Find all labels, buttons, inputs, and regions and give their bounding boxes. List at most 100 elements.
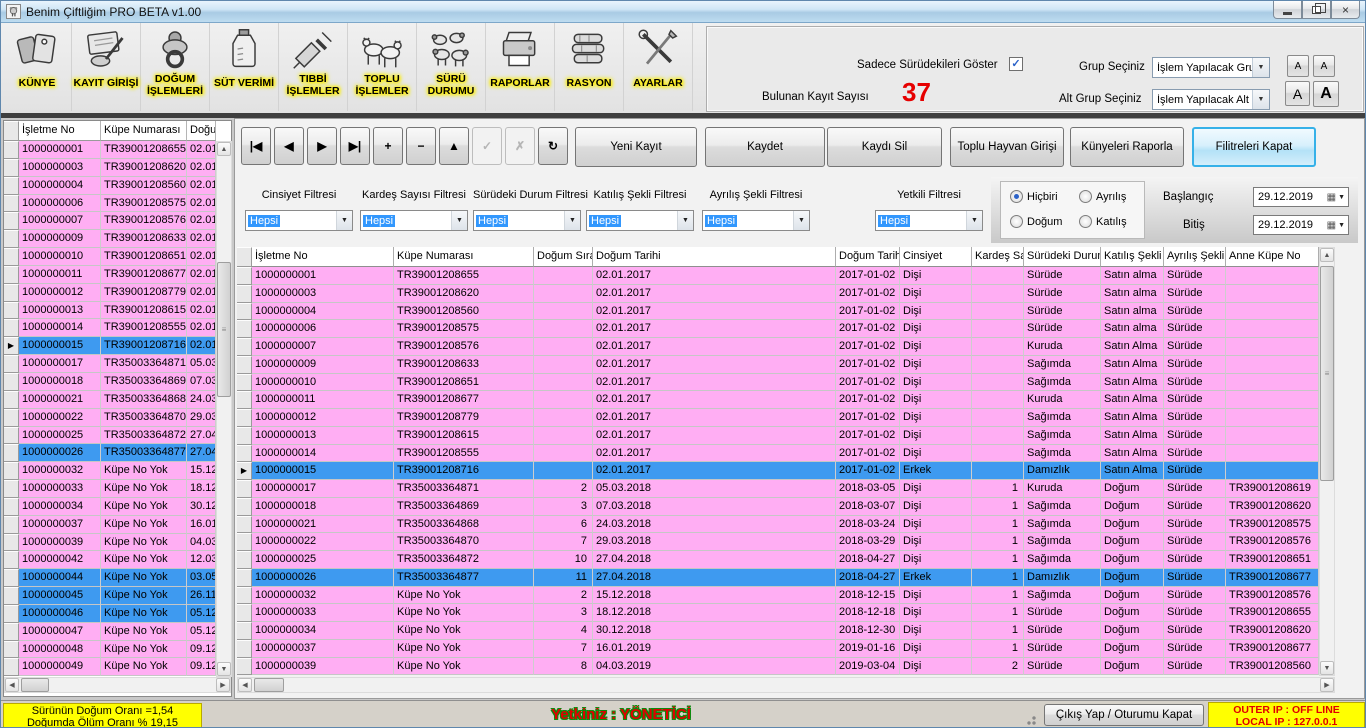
table-row[interactable]: 1000000003TR3900120862002.01.20172017-01…	[237, 285, 1319, 303]
table-row[interactable]: 1000000001TR3900120865502.01.20172017-01…	[237, 267, 1319, 285]
table-row[interactable]: 1000000010TR3900120865102.01.20172017-01…	[237, 374, 1319, 392]
sidebar-row[interactable]: 1000000003TR3900120862002.01.2	[4, 159, 217, 177]
font-size-xlarge-button[interactable]: A	[1313, 81, 1339, 107]
table-row[interactable]: 1000000004TR3900120856002.01.20172017-01…	[237, 303, 1319, 321]
date-start-picker[interactable]: 29.12.2019 ▦ ▼	[1253, 187, 1349, 207]
toolbar-item-2[interactable]: DOĞUM İŞLEMLERİ	[141, 23, 210, 111]
table-column-header[interactable]: Cinsiyet	[900, 247, 972, 267]
action-button-4[interactable]: Künyeleri Raporla	[1070, 127, 1184, 167]
scroll-left-icon[interactable]: ◀	[5, 678, 19, 692]
table-row[interactable]: 1000000033Küpe No Yok318.12.20182018-12-…	[237, 604, 1319, 622]
table-row[interactable]: 1000000011TR3900120867702.01.20172017-01…	[237, 391, 1319, 409]
nav-prior-button[interactable]: ◀	[274, 127, 304, 165]
radio-1[interactable]: Ayrılış	[1079, 190, 1126, 203]
sidebar-row[interactable]: 1000000018TR3500336486907.03.2	[4, 373, 217, 391]
font-size-small-button[interactable]: A	[1287, 55, 1309, 77]
sidebar-row[interactable]: 1000000047Küpe No Yok05.12.2	[4, 623, 217, 641]
sidebar-row[interactable]: 1000000014TR3900120855502.01.2	[4, 319, 217, 337]
scroll-up-icon[interactable]: ▲	[1320, 248, 1334, 262]
sidebar-row[interactable]: 1000000004TR3900120856002.01.2	[4, 177, 217, 195]
show-only-herd-checkbox[interactable]: ✓	[1009, 57, 1023, 71]
table-row[interactable]: 1000000022TR35003364870729.03.20182018-0…	[237, 533, 1319, 551]
sidebar-row[interactable]: 1000000006TR3900120857502.01.2	[4, 195, 217, 213]
action-button-3[interactable]: Toplu Hayvan Girişi	[950, 127, 1064, 167]
sidebar-hscroll-thumb[interactable]	[21, 678, 49, 692]
group-select-combo[interactable]: İşlem Yapılacak Grup Seçin ▼	[1152, 57, 1270, 78]
minimize-button[interactable]	[1273, 1, 1302, 19]
table-column-header[interactable]: Doğum Tarihi	[593, 247, 836, 267]
table-row[interactable]: 1000000017TR35003364871205.03.20182018-0…	[237, 480, 1319, 498]
table-row[interactable]: 1000000021TR35003364868624.03.20182018-0…	[237, 516, 1319, 534]
scroll-down-icon[interactable]: ▼	[1320, 661, 1334, 675]
table-row[interactable]: 1000000032Küpe No Yok215.12.20182018-12-…	[237, 587, 1319, 605]
scroll-left-icon[interactable]: ◀	[238, 678, 252, 692]
sidebar-row[interactable]: 1000000026TR3500336487727.04.2	[4, 444, 217, 462]
sidebar-row[interactable]: 1000000048Küpe No Yok09.12.2	[4, 641, 217, 659]
table-row[interactable]: 1000000009TR3900120863302.01.20172017-01…	[237, 356, 1319, 374]
sidebar-row[interactable]: 1000000022TR3500336487029.03.2	[4, 409, 217, 427]
sidebar-row[interactable]: 1000000039Küpe No Yok04.03.2	[4, 534, 217, 552]
sidebar-row[interactable]: 1000000010TR3900120865102.01.2	[4, 248, 217, 266]
nav-post-button[interactable]: ✓	[472, 127, 502, 165]
toolbar-item-9[interactable]: AYARLAR	[624, 23, 693, 111]
filter-combo-5[interactable]: Hepsi▼	[875, 210, 983, 231]
table-vertical-scrollbar[interactable]: ▲ ≡ ▼	[1319, 247, 1335, 676]
table-row[interactable]: 1000000018TR35003364869307.03.20182018-0…	[237, 498, 1319, 516]
table-row[interactable]: 1000000039Küpe No Yok804.03.20192019-03-…	[237, 658, 1319, 676]
sidebar-row[interactable]: 1000000012TR3900120877902.01.2	[4, 284, 217, 302]
sidebar-row[interactable]: 1000000021TR3500336486824.03.2	[4, 391, 217, 409]
sidebar-row[interactable]: 1000000044Küpe No Yok03.05.2	[4, 569, 217, 587]
table-row[interactable]: 1000000025TR350033648721027.04.20182018-…	[237, 551, 1319, 569]
table-horizontal-scrollbar[interactable]: ◀ ▶	[237, 677, 1335, 693]
table-column-header[interactable]: İşletme No	[252, 247, 394, 267]
table-row[interactable]: 1000000013TR3900120861502.01.20172017-01…	[237, 427, 1319, 445]
table-column-header[interactable]: Doğum Sırası	[534, 247, 593, 267]
toolbar-item-6[interactable]: SÜRÜ DURUMU	[417, 23, 486, 111]
nav-edit-button[interactable]: ▲	[439, 127, 469, 165]
sidebar-row[interactable]: 1000000009TR3900120863302.01.2	[4, 230, 217, 248]
radio-2[interactable]: Doğum	[1010, 215, 1062, 228]
sidebar-row[interactable]: 1000000045Küpe No Yok26.11.2	[4, 587, 217, 605]
radio-3[interactable]: Katılış	[1079, 215, 1127, 228]
sidebar-row[interactable]: 1000000007TR3900120857602.01.2	[4, 212, 217, 230]
table-column-header[interactable]: Katılış Şekli	[1101, 247, 1164, 267]
toolbar-item-1[interactable]: KAYIT GİRİŞİ	[72, 23, 141, 111]
sidebar-row[interactable]: 1000000017TR3500336487105.03.2	[4, 355, 217, 373]
close-button[interactable]: ×	[1331, 1, 1360, 19]
filter-combo-3[interactable]: Hepsi▼	[586, 210, 694, 231]
nav-first-button[interactable]: |◀	[241, 127, 271, 165]
sidebar-row[interactable]: 1000000037Küpe No Yok16.01.2	[4, 516, 217, 534]
sidebar-row[interactable]: 1000000013TR3900120861502.01.2	[4, 302, 217, 320]
table-row[interactable]: 1000000014TR3900120855502.01.20172017-01…	[237, 445, 1319, 463]
font-size-small2-button[interactable]: A	[1313, 55, 1335, 77]
toolbar-item-7[interactable]: RAPORLAR	[486, 23, 555, 111]
restore-button[interactable]	[1302, 1, 1331, 19]
table-row[interactable]: ▶1000000015TR3900120871602.01.20172017-0…	[237, 462, 1319, 480]
filter-combo-1[interactable]: Hepsi▼	[360, 210, 468, 231]
toolbar-item-8[interactable]: RASYON	[555, 23, 624, 111]
nav-next-button[interactable]: ▶	[307, 127, 337, 165]
table-row[interactable]: 1000000007TR3900120857602.01.20172017-01…	[237, 338, 1319, 356]
action-button-2[interactable]: Kaydı Sil	[827, 127, 942, 167]
table-column-header[interactable]: Kardeş Sayısı	[972, 247, 1024, 267]
filter-combo-2[interactable]: Hepsi▼	[473, 210, 581, 231]
sidebar-row[interactable]: ▶1000000015TR3900120871602.01.2	[4, 337, 217, 355]
filter-combo-4[interactable]: Hepsi▼	[702, 210, 810, 231]
nav-refresh-button[interactable]: ↻	[538, 127, 568, 165]
table-row[interactable]: 1000000012TR3900120877902.01.20172017-01…	[237, 409, 1319, 427]
sidebar-row[interactable]: 1000000033Küpe No Yok18.12.2	[4, 480, 217, 498]
table-row[interactable]: 1000000006TR3900120857502.01.20172017-01…	[237, 320, 1319, 338]
sidebar-row[interactable]: 1000000046Küpe No Yok05.12.2	[4, 605, 217, 623]
table-scroll-thumb[interactable]: ≡	[1320, 266, 1334, 481]
table-row[interactable]: 1000000037Küpe No Yok716.01.20192019-01-…	[237, 640, 1319, 658]
table-row[interactable]: 1000000026TR350033648771127.04.20182018-…	[237, 569, 1319, 587]
subgroup-select-combo[interactable]: İşlem Yapılacak Alt Grup Seçin ▼	[1152, 89, 1270, 110]
scroll-up-icon[interactable]: ▲	[217, 142, 231, 156]
sidebar-column-header[interactable]: Doğum T	[187, 121, 216, 141]
nav-last-button[interactable]: ▶|	[340, 127, 370, 165]
nav-delete-button[interactable]: −	[406, 127, 436, 165]
nav-insert-button[interactable]: +	[373, 127, 403, 165]
radio-0[interactable]: Hiçbiri	[1010, 190, 1058, 203]
scroll-down-icon[interactable]: ▼	[217, 662, 231, 676]
table-column-header[interactable]: Küpe Numarası	[394, 247, 534, 267]
